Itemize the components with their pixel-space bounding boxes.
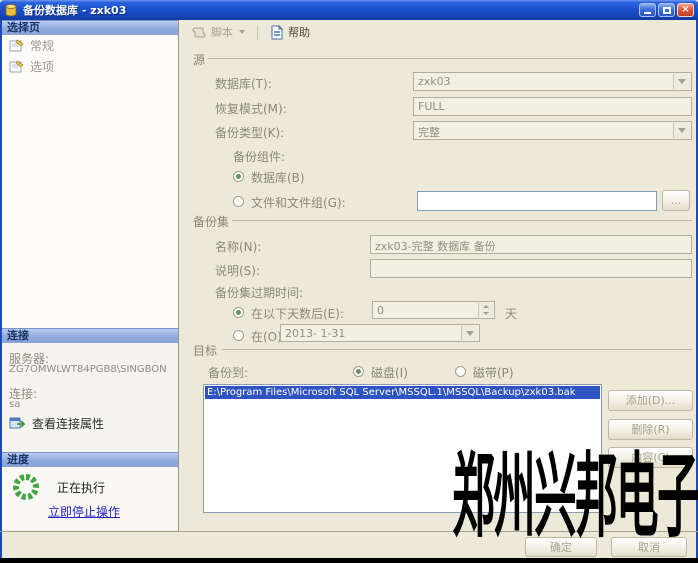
expire-date-combobox[interactable]: 2013- 1-31: [280, 324, 480, 342]
help-button[interactable]: 帮助: [266, 22, 314, 42]
sidebar-divider: [178, 20, 179, 531]
select-page-panel: 常规 选项: [2, 35, 178, 328]
dialog-toolbar: 脚本 帮助: [179, 20, 698, 44]
connection-value: sa: [9, 399, 20, 410]
progress-header: 进度: [2, 452, 178, 467]
radio-on-date[interactable]: [233, 330, 244, 341]
progress-panel: 正在执行 立即停止操作: [2, 467, 178, 530]
script-dropdown-icon: [239, 30, 245, 34]
backup-database-dialog: 备份数据库 - zxk03 × 选择页 常规 选项 连接 服务器: ZG: [0, 0, 698, 563]
browse-button[interactable]: ...: [662, 190, 690, 211]
close-icon: ×: [681, 5, 689, 15]
progress-status: 正在执行: [57, 479, 105, 496]
database-combobox[interactable]: zxk03: [413, 72, 692, 91]
connection-panel: 服务器: ZG7OMWLWT84PGB8\SINGBON 连接: sa 查看连接…: [2, 343, 178, 452]
general-page-icon: [9, 39, 24, 52]
name-field[interactable]: zxk03-完整 数据库 备份: [370, 235, 692, 254]
close-button[interactable]: ×: [677, 3, 694, 17]
recovery-model-field[interactable]: FULL: [413, 97, 692, 116]
minimize-icon: [644, 12, 651, 14]
backup-component-label: 备份组件:: [233, 148, 285, 165]
remove-button[interactable]: 删除(R): [608, 419, 693, 440]
radio-disk-label: 磁盘(I): [371, 364, 408, 381]
database-combobox-arrow[interactable]: [673, 74, 690, 89]
name-label: 名称(N):: [215, 238, 261, 255]
radio-files-filegroups[interactable]: [233, 196, 244, 207]
sidebar-item-general[interactable]: 常规: [2, 35, 178, 56]
spinner-up-button[interactable]: [478, 303, 493, 310]
chevron-up-icon: [483, 305, 489, 308]
server-value: ZG7OMWLWT84PGB8\SINGBON: [9, 364, 167, 375]
view-connection-properties-label: 查看连接属性: [32, 415, 104, 432]
source-group-line: [208, 58, 692, 59]
title-bar: 备份数据库 - zxk03 ×: [0, 0, 698, 20]
connection-header: 连接: [2, 328, 178, 343]
select-page-header: 选择页: [2, 20, 178, 35]
backup-type-value: 完整: [418, 126, 440, 139]
options-page-icon: [9, 60, 24, 73]
chevron-down-icon: [678, 128, 686, 133]
connection-properties-icon: [9, 417, 25, 431]
view-connection-properties-link[interactable]: 查看连接属性: [9, 415, 104, 432]
maximize-button[interactable]: [658, 3, 675, 17]
description-label: 说明(S):: [215, 262, 260, 279]
expire-date-value: 2013- 1-31: [285, 327, 345, 340]
backup-type-combobox[interactable]: 完整: [413, 121, 692, 140]
toolbar-separator: [257, 25, 258, 40]
maximize-icon: [663, 7, 671, 14]
after-days-spinner[interactable]: 0: [372, 301, 495, 319]
radio-tape[interactable]: [455, 366, 466, 377]
spinner-down-button[interactable]: [478, 310, 493, 317]
progress-spinner-icon: [11, 472, 41, 502]
minimize-button[interactable]: [639, 3, 656, 17]
name-field-value: zxk03-完整 数据库 备份: [375, 240, 496, 253]
help-button-label: 帮助: [288, 24, 310, 40]
help-icon: [270, 25, 284, 40]
chevron-down-icon: [483, 312, 489, 315]
backup-to-label: 备份到:: [208, 364, 248, 381]
sidebar-item-options[interactable]: 选项: [2, 56, 178, 77]
after-days-value: 0: [377, 304, 384, 317]
database-label: 数据库(T):: [215, 75, 272, 92]
watermark-text: 郑州兴邦电子: [452, 450, 698, 544]
chevron-down-icon: [678, 79, 686, 84]
window-title: 备份数据库 - zxk03: [23, 2, 637, 18]
filegroups-input[interactable]: [417, 191, 657, 211]
backup-path-item[interactable]: E:\Program Files\Microsoft SQL Server\MS…: [205, 386, 600, 399]
script-icon: [191, 25, 207, 39]
stop-action-link[interactable]: 立即停止操作: [48, 503, 120, 520]
sidebar-item-label: 选项: [30, 58, 54, 75]
radio-tape-label: 磁带(P): [473, 364, 514, 381]
backup-set-group-legend: 备份集: [193, 213, 229, 230]
recovery-model-label: 恢复模式(M):: [215, 100, 287, 117]
script-button-label: 脚本: [211, 24, 233, 40]
radio-files-filegroups-label: 文件和文件组(G):: [251, 194, 346, 211]
radio-after-days-label: 在以下天数后(E):: [251, 305, 344, 322]
bottom-edge: [0, 558, 698, 563]
source-group-legend: 源: [193, 51, 205, 68]
radio-database-label: 数据库(B): [251, 169, 305, 186]
backup-set-group-line: [232, 220, 692, 221]
expire-date-combobox-arrow[interactable]: [461, 326, 478, 340]
backup-type-label: 备份类型(K):: [215, 124, 284, 141]
script-button[interactable]: 脚本: [187, 22, 249, 42]
radio-after-days[interactable]: [233, 307, 244, 318]
database-icon: [4, 3, 18, 17]
add-button[interactable]: 添加(D)...: [608, 390, 693, 411]
days-unit-label: 天: [505, 305, 517, 322]
spinner-buttons[interactable]: [478, 303, 493, 317]
description-field[interactable]: [370, 259, 692, 278]
sidebar-item-label: 常规: [30, 37, 54, 54]
recovery-model-value: FULL: [418, 100, 445, 113]
database-combobox-value: zxk03: [418, 75, 451, 88]
expire-label: 备份集过期时间:: [215, 284, 303, 301]
radio-disk[interactable]: [353, 366, 364, 377]
backup-type-combobox-arrow[interactable]: [673, 123, 690, 138]
chevron-down-icon: [466, 331, 474, 336]
destination-group-line: [222, 349, 692, 350]
destination-group-legend: 目标: [193, 342, 217, 359]
radio-database[interactable]: [233, 171, 244, 182]
